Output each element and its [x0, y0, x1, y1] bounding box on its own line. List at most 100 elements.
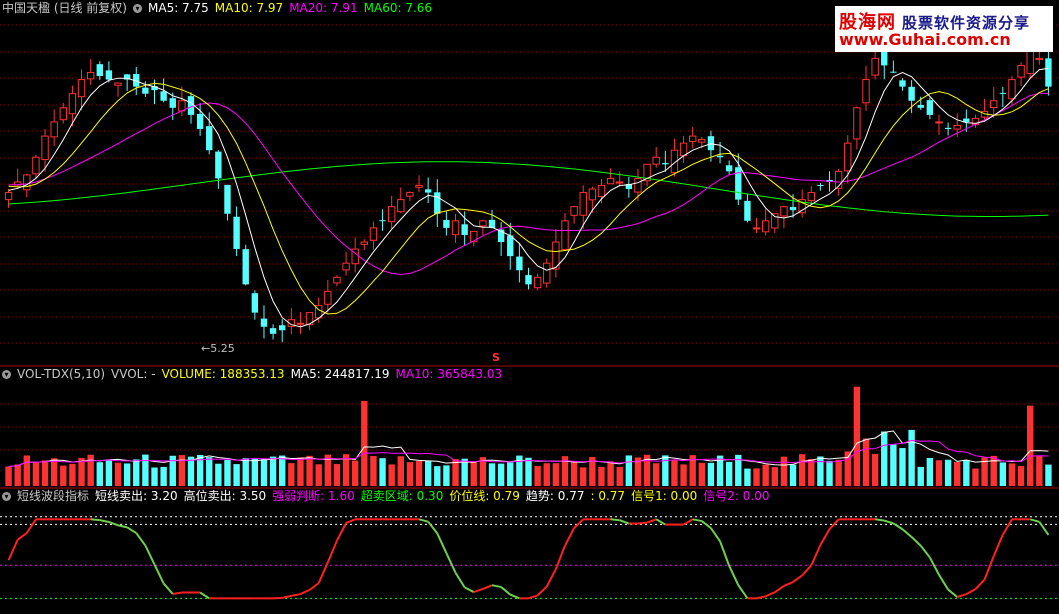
volume-bar [252, 458, 258, 486]
header-item: 价位线: 0.79 [449, 489, 520, 503]
indicator-segment [948, 590, 957, 597]
candle-body [562, 221, 568, 250]
candle-body [1045, 58, 1051, 86]
indicator-segment [456, 573, 465, 588]
volume-bar [908, 430, 914, 486]
volume-bar [279, 456, 285, 486]
volume-bar [124, 463, 130, 486]
volume-bar [781, 457, 787, 486]
volume-bar [617, 467, 623, 486]
candle-body [516, 257, 522, 271]
panel-menu-icon[interactable]: ▾ [2, 370, 11, 379]
chart-canvas[interactable] [0, 0, 1059, 610]
candle-body [762, 221, 768, 232]
indicator-segment [1039, 522, 1048, 535]
candle-body [507, 235, 513, 256]
indicator-segment [702, 521, 711, 528]
volume-bar [863, 438, 869, 486]
indicator-segment [346, 519, 355, 523]
indicator-segment [136, 533, 145, 546]
candle-body [544, 263, 550, 283]
volume-bar [534, 466, 540, 486]
sell-marker-label: S [492, 351, 500, 364]
volume-bar [370, 456, 376, 486]
candle-body [261, 319, 267, 327]
indicator-segment [875, 519, 884, 520]
volume-bar [936, 460, 942, 486]
volume-bar [744, 469, 750, 486]
candle-body [489, 220, 495, 228]
indicator-segment [720, 541, 729, 566]
candle-body [243, 249, 249, 284]
volume-bar [243, 458, 249, 486]
header-item: MA5: 244817.19 [291, 367, 390, 381]
header-item: 信号2: 0.00 [703, 489, 769, 503]
indicator-segment [729, 566, 738, 585]
candle-body [991, 101, 997, 108]
candle-body [936, 122, 942, 123]
indicator-segment [474, 589, 483, 592]
volume-bar [306, 456, 312, 486]
indicator-segment [127, 527, 136, 533]
indicator-segment [282, 596, 291, 598]
volume-bar [963, 460, 969, 486]
indicator-segment [820, 529, 829, 545]
indicator-segment [793, 575, 802, 581]
indicator-segment [145, 546, 154, 565]
candle-body [69, 94, 75, 114]
volume-bar [626, 455, 632, 486]
indicator-panel-header: ▾短线波段指标短线卖出: 3.20高位卖出: 3.50强弱判断: 1.60超卖区… [2, 488, 776, 504]
volume-bar [872, 454, 878, 486]
volume-bar [899, 448, 905, 486]
indicator-segment [200, 592, 209, 598]
indicator-segment [446, 553, 455, 573]
candle-body [379, 220, 385, 221]
main-panel-header: 中国天楹 (日线 前复权)▾MA5: 7.75MA10: 7.97MA20: 7… [2, 0, 438, 16]
volume-bar [1036, 456, 1042, 486]
indicator-segment [1003, 519, 1012, 534]
candle-body [617, 182, 623, 183]
indicator-segment [465, 587, 474, 592]
low-price-label: ←5.25 [201, 342, 235, 355]
volume-bar [544, 463, 550, 486]
volume-bar [106, 460, 112, 486]
volume-bar [553, 463, 559, 486]
indicator-segment [91, 519, 100, 520]
indicator-segment [510, 595, 519, 599]
header-item: MA10: 7.97 [215, 1, 283, 15]
candle-body [215, 152, 221, 179]
indicator-segment [574, 519, 583, 528]
candle-body [443, 220, 449, 228]
panel-menu-icon[interactable]: ▾ [133, 4, 142, 13]
candle-body [662, 163, 668, 164]
candle-body [790, 207, 796, 210]
volume-bar [954, 462, 960, 486]
candle-body [653, 157, 659, 164]
volume-bar [60, 466, 66, 486]
volume-bar [334, 464, 340, 486]
volume-bar [461, 459, 467, 486]
volume-bar [69, 464, 75, 486]
volume-bar [42, 460, 48, 486]
candle-body [60, 108, 66, 120]
volume-bar [1000, 462, 1006, 486]
volume-bar [224, 460, 230, 486]
header-item: : 0.77 [590, 489, 625, 503]
header-item: VOL-TDX(5,10) [17, 367, 105, 381]
volume-bar [115, 463, 121, 486]
indicator-segment [766, 592, 775, 596]
volume-bar [352, 461, 358, 486]
candle-body [753, 228, 759, 229]
candle-body [1027, 51, 1033, 73]
candle-body [817, 185, 823, 186]
indicator-segment [310, 583, 319, 590]
candle-body [598, 186, 604, 197]
indicator-segment [757, 596, 766, 598]
volume-bar [598, 467, 604, 486]
candle-body [361, 242, 367, 244]
candle-body [1000, 93, 1006, 94]
indicator-segment [985, 556, 994, 579]
panel-menu-icon[interactable]: ▾ [2, 492, 11, 501]
volume-bar [297, 457, 303, 486]
volume-bar [489, 463, 495, 486]
